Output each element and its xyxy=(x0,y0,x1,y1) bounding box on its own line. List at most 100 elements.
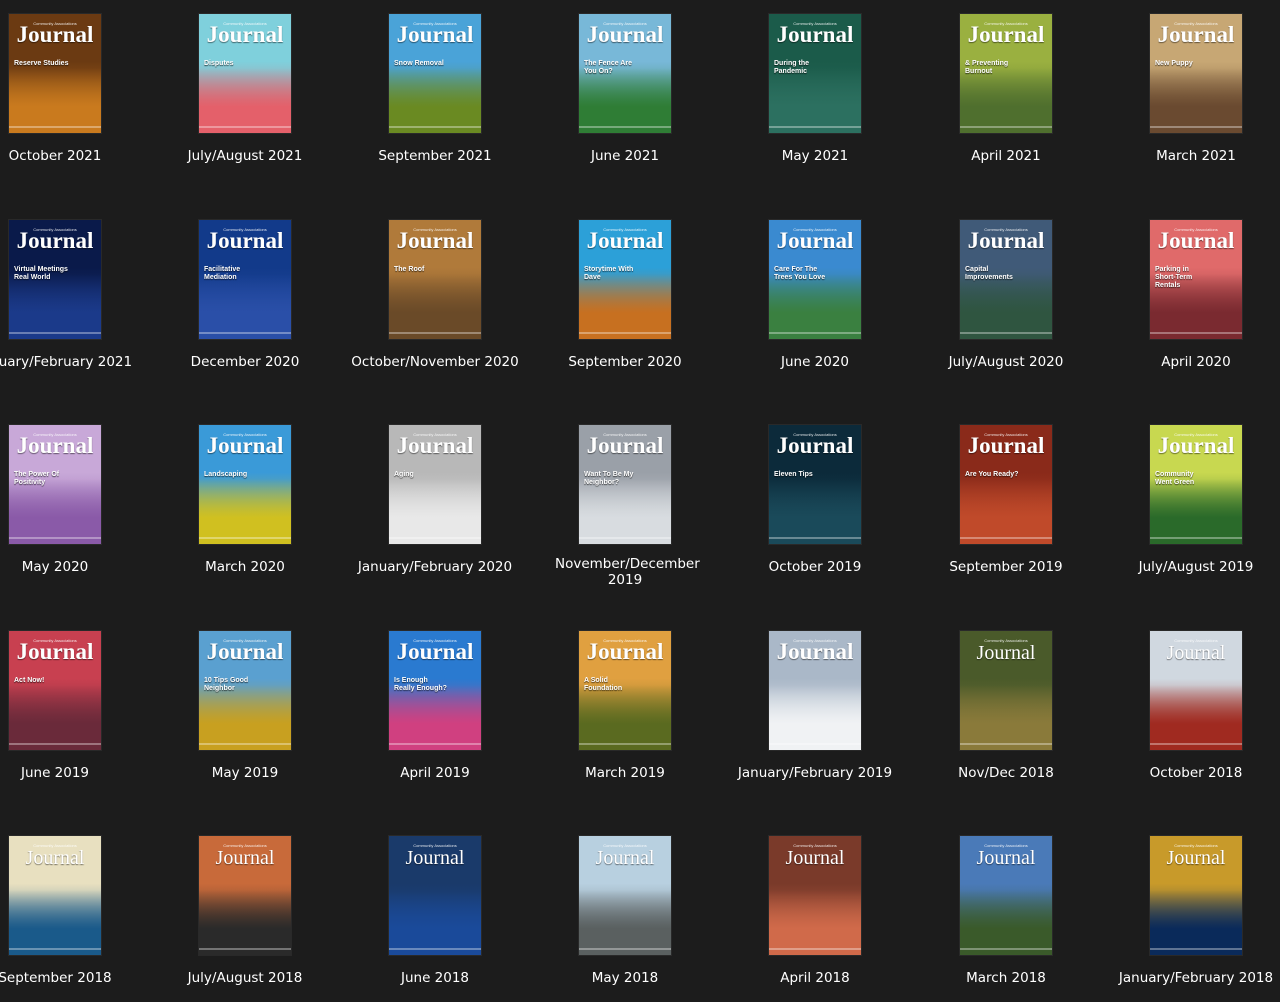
magazine-issue-item[interactable]: Community Associations Journal Care For Th… xyxy=(720,220,910,400)
issue-title-label[interactable]: July/August 2021 xyxy=(140,148,350,164)
issue-title-label[interactable]: September 2021 xyxy=(330,148,540,164)
magazine-issue-item[interactable]: Community Associations Journal Act Now! Jun… xyxy=(0,631,150,811)
issue-title-label[interactable]: September 2018 xyxy=(0,970,160,986)
issue-title-label[interactable]: January/February 2021 xyxy=(0,354,160,370)
issue-title-label[interactable]: October 2019 xyxy=(710,559,920,575)
magazine-issue-item[interactable]: Community Associations Journal Reserve Stu… xyxy=(0,14,150,194)
magazine-cover-image[interactable]: Community Associations Journal New Puppy xyxy=(1150,14,1242,133)
magazine-cover-image[interactable]: Community Associations Journal xyxy=(1150,631,1242,750)
magazine-issue-item[interactable]: Community Associations Journal 10 Tips Goo… xyxy=(150,631,340,811)
magazine-cover-image[interactable]: Community Associations Journal Aging xyxy=(389,425,481,544)
magazine-issue-item[interactable]: Community Associations Journal Capital Imp… xyxy=(911,220,1101,400)
issue-title-label[interactable]: July/August 2018 xyxy=(140,970,350,986)
magazine-cover-image[interactable]: Community Associations Journal Storytime W… xyxy=(579,220,671,339)
magazine-cover-image[interactable]: Community Associations Journal The Power O… xyxy=(9,425,101,544)
magazine-cover-image[interactable]: Community Associations Journal 10 Tips Goo… xyxy=(199,631,291,750)
issue-title-label[interactable]: March 2019 xyxy=(520,765,730,781)
issue-title-label[interactable]: April 2019 xyxy=(330,765,540,781)
issue-title-label[interactable]: May 2018 xyxy=(520,970,730,986)
magazine-cover-image[interactable]: Community Associations Journal Care For Th… xyxy=(769,220,861,339)
magazine-cover-image[interactable]: Community Associations Journal During the … xyxy=(769,14,861,133)
magazine-cover-image[interactable]: Community Associations Journal xyxy=(579,836,671,955)
magazine-issue-item[interactable]: Community Associations Journal The Roof Oct… xyxy=(340,220,530,400)
magazine-cover-image[interactable]: Community Associations Journal Are You Rea… xyxy=(960,425,1052,544)
magazine-issue-item[interactable]: Community Associations Journal May 2018 xyxy=(530,836,720,1002)
issue-title-label[interactable]: January/February 2020 xyxy=(330,559,540,575)
issue-title-label[interactable]: Nov/Dec 2018 xyxy=(901,765,1111,781)
magazine-issue-item[interactable]: Community Associations Journal Community W… xyxy=(1101,425,1280,605)
magazine-issue-item[interactable]: Community Associations Journal October 201… xyxy=(1101,631,1280,811)
magazine-cover-image[interactable]: Community Associations Journal Want To Be … xyxy=(579,425,671,544)
magazine-issue-item[interactable]: Community Associations Journal Virtual Mee… xyxy=(0,220,150,400)
issue-title-label[interactable]: December 2020 xyxy=(140,354,350,370)
magazine-issue-item[interactable]: Community Associations Journal July/August… xyxy=(150,836,340,1002)
magazine-issue-item[interactable]: Community Associations Journal A Solid Fou… xyxy=(530,631,720,811)
magazine-issue-item[interactable]: Community Associations Journal Are You Rea… xyxy=(911,425,1101,605)
magazine-cover-image[interactable]: Community Associations Journal A Solid Fou… xyxy=(579,631,671,750)
issue-title-label[interactable]: March 2021 xyxy=(1091,148,1280,164)
magazine-issue-item[interactable]: Community Associations Journal Is Enough R… xyxy=(340,631,530,811)
magazine-cover-image[interactable]: Community Associations Journal Virtual Mee… xyxy=(9,220,101,339)
issue-title-label[interactable]: September 2019 xyxy=(901,559,1111,575)
issue-title-label[interactable]: May 2020 xyxy=(0,559,160,575)
magazine-issue-item[interactable]: Community Associations Journal January/Feb… xyxy=(1101,836,1280,1002)
magazine-cover-image[interactable]: Community Associations Journal Snow Remova… xyxy=(389,14,481,133)
magazine-cover-image[interactable]: Community Associations Journal Landscaping xyxy=(199,425,291,544)
magazine-issue-item[interactable]: Community Associations Journal During the … xyxy=(720,14,910,194)
issue-title-label[interactable]: April 2018 xyxy=(710,970,920,986)
magazine-cover-image[interactable]: Community Associations Journal Reserve Stu… xyxy=(9,14,101,133)
issue-title-label[interactable]: July/August 2019 xyxy=(1091,559,1280,575)
issue-title-label[interactable]: June 2018 xyxy=(330,970,540,986)
magazine-issue-item[interactable]: Community Associations Journal April 2018 xyxy=(720,836,910,1002)
magazine-issue-item[interactable]: Community Associations Journal September 2… xyxy=(0,836,150,1002)
issue-title-label[interactable]: January/February 2019 xyxy=(710,765,920,781)
issue-title-label[interactable]: April 2021 xyxy=(901,148,1111,164)
magazine-issue-item[interactable]: Community Associations Journal January/Feb… xyxy=(720,631,910,811)
magazine-issue-item[interactable]: Community Associations Journal & Preventin… xyxy=(911,14,1101,194)
issue-title-label[interactable]: July/August 2020 xyxy=(901,354,1111,370)
magazine-issue-item[interactable]: Community Associations Journal Disputes Jul… xyxy=(150,14,340,194)
magazine-cover-image[interactable]: Community Associations Journal xyxy=(199,836,291,955)
magazine-issue-item[interactable]: Community Associations Journal Eleven Tips… xyxy=(720,425,910,605)
magazine-cover-image[interactable]: Community Associations Journal xyxy=(960,836,1052,955)
magazine-issue-item[interactable]: Community Associations Journal The Power O… xyxy=(0,425,150,605)
magazine-cover-image[interactable]: Community Associations Journal xyxy=(389,836,481,955)
magazine-issue-item[interactable]: Community Associations Journal Storytime W… xyxy=(530,220,720,400)
magazine-issue-item[interactable]: Community Associations Journal Want To Be … xyxy=(530,425,720,605)
issue-title-label[interactable]: April 2020 xyxy=(1091,354,1280,370)
magazine-cover-image[interactable]: Community Associations Journal Disputes xyxy=(199,14,291,133)
magazine-cover-image[interactable]: Community Associations Journal xyxy=(9,836,101,955)
magazine-cover-image[interactable]: Community Associations Journal Parking in … xyxy=(1150,220,1242,339)
magazine-cover-image[interactable]: Community Associations Journal & Preventin… xyxy=(960,14,1052,133)
magazine-issue-item[interactable]: Community Associations Journal Snow Remova… xyxy=(340,14,530,194)
magazine-cover-image[interactable]: Community Associations Journal xyxy=(1150,836,1242,955)
magazine-issue-item[interactable]: Community Associations Journal March 2018 xyxy=(911,836,1101,1002)
magazine-issue-item[interactable]: Community Associations Journal Aging Januar… xyxy=(340,425,530,605)
issue-title-label[interactable]: October/November 2020 xyxy=(330,354,540,370)
issue-title-label[interactable]: May 2019 xyxy=(140,765,350,781)
issue-title-label[interactable]: June 2021 xyxy=(520,148,730,164)
magazine-issue-item[interactable]: Community Associations Journal Parking in … xyxy=(1101,220,1280,400)
issue-title-label[interactable]: May 2021 xyxy=(710,148,920,164)
magazine-cover-image[interactable]: Community Associations Journal xyxy=(769,836,861,955)
issue-title-label[interactable]: November/December 2019 xyxy=(555,556,700,588)
magazine-issue-item[interactable]: Community Associations Journal Nov/Dec 201… xyxy=(911,631,1101,811)
issue-title-label[interactable]: October 2018 xyxy=(1091,765,1280,781)
magazine-cover-image[interactable]: Community Associations Journal Eleven Tips xyxy=(769,425,861,544)
magazine-cover-image[interactable]: Community Associations Journal Capital Imp… xyxy=(960,220,1052,339)
magazine-issue-item[interactable]: Community Associations Journal Landscaping… xyxy=(150,425,340,605)
magazine-cover-image[interactable]: Community Associations Journal xyxy=(769,631,861,750)
magazine-issue-item[interactable]: Community Associations Journal New Puppy Ma… xyxy=(1101,14,1280,194)
issue-title-label[interactable]: September 2020 xyxy=(520,354,730,370)
magazine-cover-image[interactable]: Community Associations Journal xyxy=(960,631,1052,750)
issue-title-label[interactable]: March 2018 xyxy=(901,970,1111,986)
magazine-cover-image[interactable]: Community Associations Journal Facilitativ… xyxy=(199,220,291,339)
magazine-cover-image[interactable]: Community Associations Journal The Fence A… xyxy=(579,14,671,133)
issue-title-label[interactable]: January/February 2018 xyxy=(1091,970,1280,986)
magazine-issue-item[interactable]: Community Associations Journal June 2018 xyxy=(340,836,530,1002)
magazine-issue-item[interactable]: Community Associations Journal Facilitativ… xyxy=(150,220,340,400)
magazine-cover-image[interactable]: Community Associations Journal The Roof xyxy=(389,220,481,339)
magazine-cover-image[interactable]: Community Associations Journal Community W… xyxy=(1150,425,1242,544)
magazine-cover-image[interactable]: Community Associations Journal Act Now! xyxy=(9,631,101,750)
issue-title-label[interactable]: March 2020 xyxy=(140,559,350,575)
